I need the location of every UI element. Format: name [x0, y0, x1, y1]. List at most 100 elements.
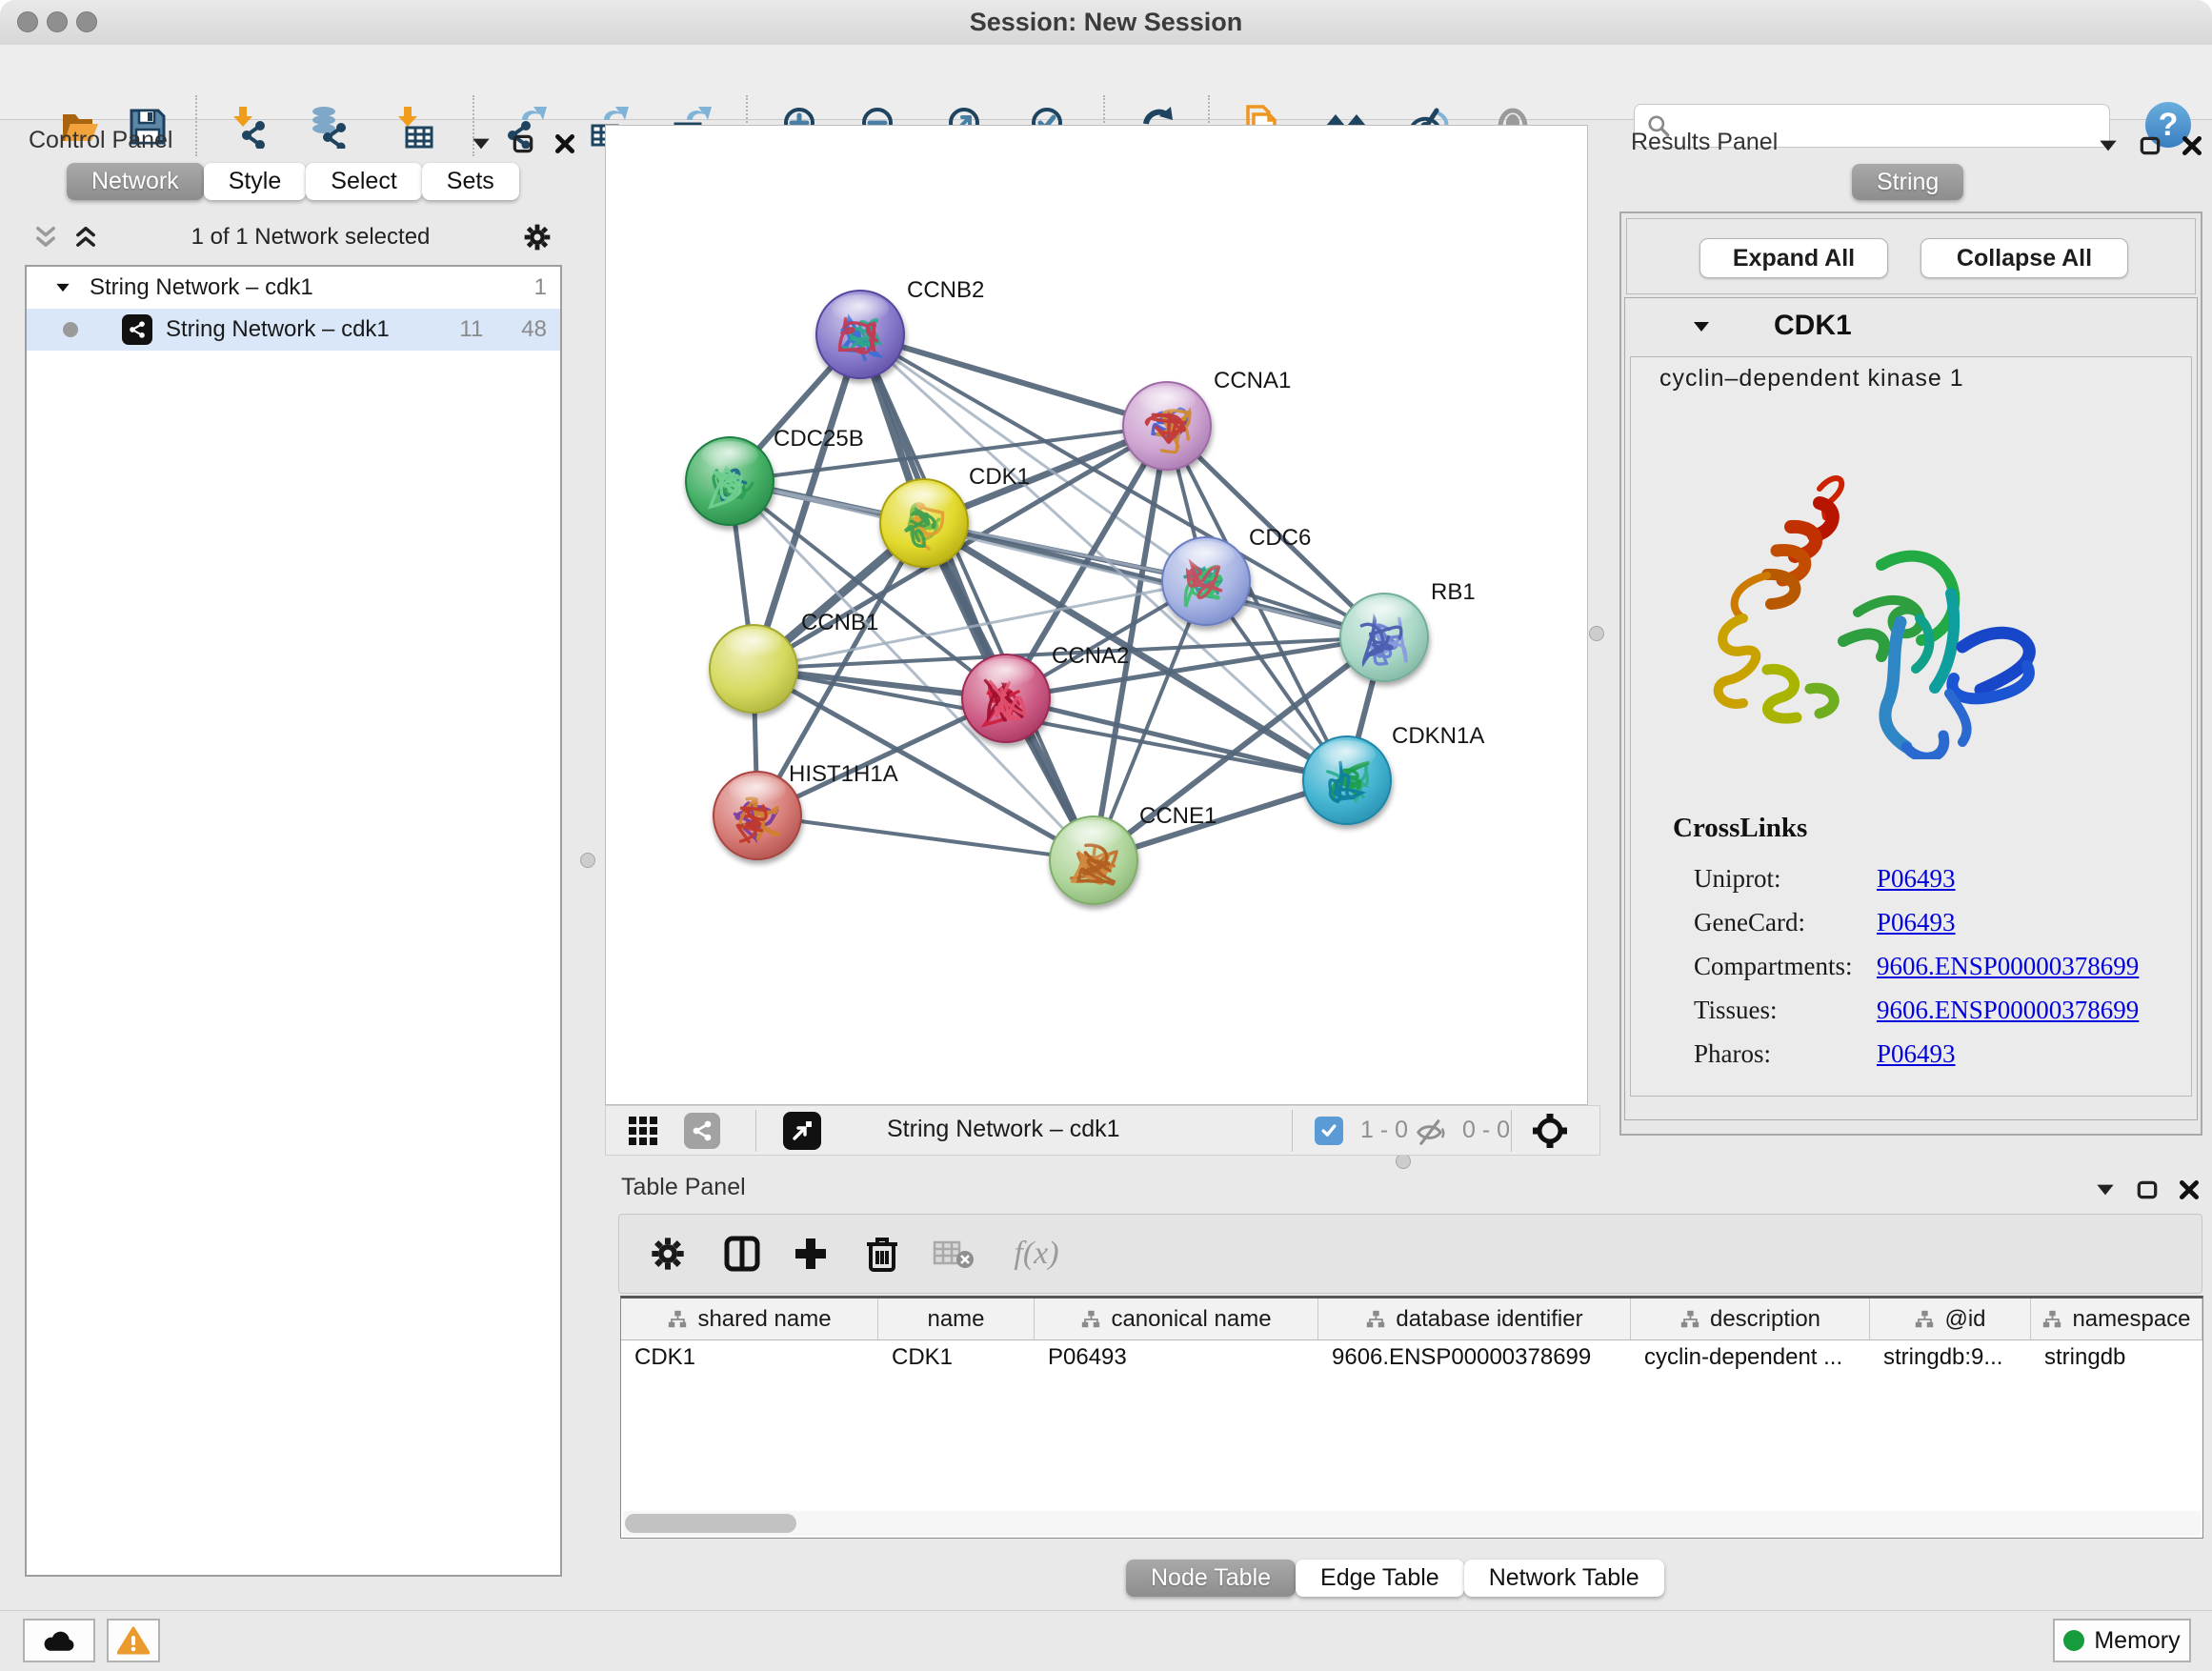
column-header-database-identifier[interactable]: database identifier	[1318, 1299, 1631, 1339]
table-panel-tabs: Node TableEdge TableNetwork Table	[1126, 1560, 1664, 1597]
network-selected-status: 1 of 1 Network selected	[99, 224, 522, 251]
hidden-eye-icon[interactable]	[1411, 1112, 1451, 1150]
node-CDC25B[interactable]	[686, 437, 774, 525]
network-options-gear-icon[interactable]	[522, 222, 553, 252]
cloud-status-button[interactable]	[23, 1619, 95, 1662]
node-CDC6[interactable]	[1162, 537, 1250, 625]
tab-sets[interactable]: Sets	[422, 163, 519, 200]
crosslink-link[interactable]: P06493	[1877, 1039, 1956, 1069]
warning-status-button[interactable]	[107, 1619, 160, 1662]
crosslink-link[interactable]: 9606.ENSP00000378699	[1877, 996, 2139, 1025]
memory-button[interactable]: Memory	[2053, 1619, 2191, 1662]
show-columns-icon[interactable]	[716, 1228, 768, 1279]
edge-HIST1H1A-CCNE1[interactable]	[757, 815, 1094, 860]
node-CDKN1A[interactable]	[1303, 736, 1391, 824]
collapse-all-networks-icon[interactable]	[32, 224, 59, 251]
hidden-count: 0 - 0	[1462, 1117, 1510, 1144]
left-splitter-handle[interactable]	[580, 853, 595, 868]
node-CCNB1[interactable]	[710, 625, 797, 713]
node-CCNB2[interactable]	[816, 291, 904, 378]
float-panel-icon[interactable]	[2135, 1178, 2160, 1202]
table-toolbar: f(x)	[618, 1214, 2202, 1294]
table-cell[interactable]: stringdb:9...	[1870, 1339, 2031, 1378]
collection-label: String Network – cdk1	[90, 274, 534, 301]
control-panel-tabs: NetworkStyleSelectSets	[67, 163, 519, 200]
collapse-all-button[interactable]: Collapse All	[1920, 238, 2128, 278]
column-header-@id[interactable]: @id	[1870, 1299, 2031, 1339]
entry-expander-icon[interactable]	[1690, 315, 1713, 338]
control-panel: Control Panel NetworkStyleSelectSets 1 o…	[11, 124, 569, 1586]
table-settings-gear-icon[interactable]	[642, 1228, 694, 1279]
crosslink-link[interactable]: 9606.ENSP00000378699	[1877, 952, 2139, 981]
netnav-separator	[755, 1110, 756, 1152]
right-splitter-handle[interactable]	[1589, 626, 1604, 641]
tab-network-table[interactable]: Network Table	[1464, 1560, 1664, 1597]
shared-column-icon	[1365, 1309, 1386, 1330]
node-CCNA2[interactable]	[962, 654, 1050, 742]
edge-CCNB2-CCNA1[interactable]	[860, 334, 1167, 426]
node-CCNE1[interactable]	[1050, 816, 1137, 904]
table-cell[interactable]: CDK1	[878, 1339, 1035, 1378]
node-entry-header[interactable]: CDK1	[1625, 298, 2197, 355]
delete-column-trash-icon[interactable]	[856, 1228, 908, 1279]
network-current-dot-icon	[63, 322, 78, 337]
show-grid-icon[interactable]	[623, 1112, 663, 1150]
collection-expander-icon[interactable]	[53, 278, 72, 297]
add-column-icon[interactable]	[785, 1228, 836, 1279]
crosslink-link[interactable]: P06493	[1877, 908, 1956, 937]
node-RB1[interactable]	[1340, 594, 1428, 681]
memory-label: Memory	[2094, 1627, 2180, 1655]
node-label-CDK1: CDK1	[969, 464, 1030, 490]
app-window: Session: New Session	[0, 0, 2212, 1671]
birds-eye-view-icon[interactable]	[782, 1112, 822, 1150]
tab-style[interactable]: Style	[204, 163, 307, 200]
column-header-shared-name[interactable]: shared name	[621, 1299, 878, 1339]
expand-all-networks-icon[interactable]	[72, 224, 99, 251]
tab-select[interactable]: Select	[306, 163, 421, 200]
column-header-namespace[interactable]: namespace	[2031, 1299, 2202, 1339]
table-cell[interactable]: P06493	[1035, 1339, 1318, 1378]
crosslink-label: Compartments:	[1694, 952, 1877, 981]
network-collection-row[interactable]: String Network – cdk1 1	[27, 267, 560, 309]
table-cell[interactable]: cyclin-dependent ...	[1631, 1339, 1870, 1378]
close-panel-icon[interactable]	[2177, 1178, 2202, 1202]
hscrollbar-thumb[interactable]	[625, 1514, 796, 1533]
network-share-icon[interactable]	[682, 1112, 722, 1150]
table-cell[interactable]: CDK1	[621, 1339, 878, 1378]
column-header-canonical-name[interactable]: canonical name	[1035, 1299, 1318, 1339]
float-panel-icon[interactable]	[511, 131, 535, 156]
node-CCNA1[interactable]	[1123, 382, 1211, 470]
fit-content-crosshair-icon[interactable]	[1530, 1112, 1570, 1150]
network-canvas[interactable]: CCNB2CCNA1CDC25BCDK1CDC6RB1CCNB1CCNA2CDK…	[605, 125, 1588, 1105]
crosslink-link[interactable]: P06493	[1877, 864, 1956, 894]
node-label-CDC6: CDC6	[1249, 525, 1311, 551]
crosslink-label: Pharos:	[1694, 1039, 1877, 1069]
shared-column-icon	[1914, 1309, 1935, 1330]
panel-menu-icon[interactable]	[2096, 133, 2121, 158]
string-network-icon	[122, 314, 152, 345]
results-panel-title: Results Panel	[1631, 129, 1778, 156]
selected-checkbox-icon[interactable]	[1309, 1112, 1349, 1150]
float-panel-icon[interactable]	[2138, 133, 2162, 158]
column-header-label: name	[927, 1306, 984, 1333]
table-cell[interactable]: stringdb	[2031, 1339, 2202, 1378]
close-panel-icon[interactable]	[553, 131, 577, 156]
close-panel-icon[interactable]	[2180, 133, 2204, 158]
column-header-description[interactable]: description	[1631, 1299, 1870, 1339]
node-CDK1[interactable]	[880, 479, 968, 567]
table-cell[interactable]: 9606.ENSP00000378699	[1318, 1339, 1631, 1378]
warning-icon	[117, 1626, 150, 1655]
network-row[interactable]: String Network – cdk1 11 48	[27, 309, 560, 351]
tab-network[interactable]: Network	[67, 163, 204, 200]
tab-string[interactable]: String	[1852, 164, 1963, 200]
node-label-CDC25B: CDC25B	[774, 426, 864, 452]
tab-node-table[interactable]: Node Table	[1126, 1560, 1296, 1597]
column-header-name[interactable]: name	[878, 1299, 1035, 1339]
panel-menu-icon[interactable]	[469, 131, 493, 156]
network-label: String Network – cdk1	[166, 316, 459, 343]
expand-all-button[interactable]: Expand All	[1699, 238, 1888, 278]
column-header-label: canonical name	[1111, 1306, 1271, 1333]
entry-description: cyclin–dependent kinase 1	[1659, 365, 1964, 393]
tab-edge-table[interactable]: Edge Table	[1296, 1560, 1464, 1597]
panel-menu-icon[interactable]	[2093, 1178, 2118, 1202]
